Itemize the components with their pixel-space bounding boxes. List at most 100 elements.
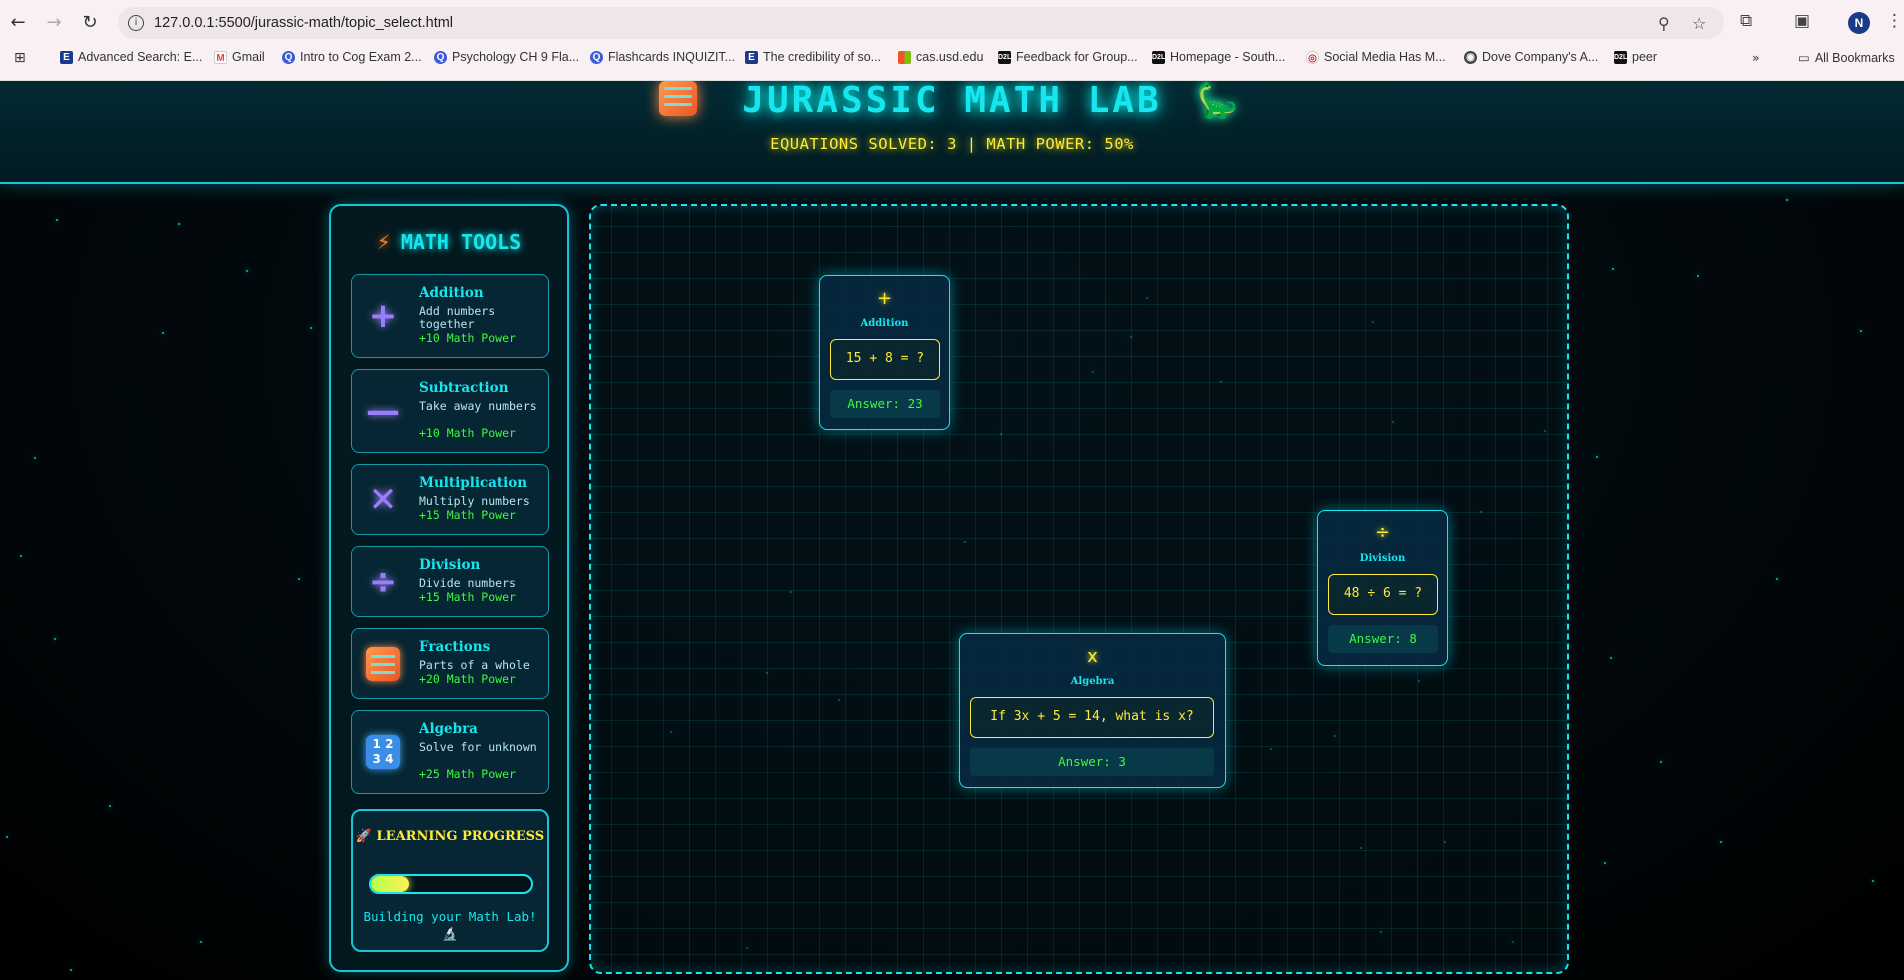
bookmark-star-icon[interactable]: ☆	[1692, 14, 1706, 33]
tab-search-icon[interactable]: ▣	[1794, 11, 1810, 31]
page-header: JURASSIC MATH LAB 🦕 EQUATIONS SOLVED: 3 …	[0, 81, 1904, 184]
problem-card-division[interactable]: ÷ Division 48 ÷ 6 = ? Answer: 8	[1317, 510, 1448, 666]
lightning-icon: ⚡	[376, 230, 391, 254]
star-dot	[54, 638, 56, 640]
star-dot	[56, 219, 58, 221]
more-bookmarks-icon[interactable]: »	[1752, 50, 1760, 65]
star-dot	[1776, 578, 1778, 580]
lab-workspace[interactable]: + Addition 15 + 8 = ? Answer: 23 ÷ Divis…	[589, 204, 1569, 974]
tool-power: +15 Math Power	[419, 508, 516, 522]
problem-card-algebra[interactable]: x Algebra If 3x + 5 = 14, what is x? Ans…	[959, 633, 1226, 788]
gmail-icon: M	[214, 50, 227, 64]
card-question: If 3x + 5 = 14, what is x?	[970, 697, 1214, 738]
tool-power: +10 Math Power	[419, 331, 516, 345]
bookmark-item[interactable]: ◉ Dove Company's A...	[1464, 50, 1598, 64]
tool-power: +25 Math Power	[419, 767, 516, 781]
progress-bar	[369, 874, 533, 894]
divide-icon: ÷	[1374, 522, 1391, 543]
star-dot	[1610, 657, 1612, 659]
browser-chrome: ← → ↻ i 127.0.0.1:5500/jurassic-math/top…	[0, 0, 1904, 81]
tool-multiplication[interactable]: ✕ Multiplication Multiply numbers +15 Ma…	[351, 464, 549, 535]
tool-desc: Take away numbers	[419, 399, 537, 413]
card-topic: Addition	[860, 318, 909, 329]
card-question: 48 ÷ 6 = ?	[1328, 574, 1438, 615]
apps-grid-icon[interactable]: ⊞	[14, 50, 26, 66]
d2l-icon: D2L	[1614, 50, 1627, 64]
star-dot	[1720, 841, 1722, 843]
bookmark-item[interactable]: Q Psychology CH 9 Fla...	[434, 50, 579, 64]
bookmark-favicon-icon: Q	[282, 50, 295, 64]
page-title: JURASSIC MATH LAB	[742, 81, 1162, 121]
bookmark-item[interactable]: M Gmail	[214, 50, 265, 64]
browser-toolbar: ← → ↻ i 127.0.0.1:5500/jurassic-math/top…	[0, 0, 1904, 46]
variable-x-icon: x	[1087, 646, 1098, 667]
profile-avatar[interactable]: N	[1848, 12, 1870, 34]
star-dot	[310, 327, 312, 329]
bookmark-item[interactable]: Q Intro to Cog Exam 2...	[282, 50, 422, 64]
back-icon[interactable]: ←	[6, 11, 30, 35]
forward-icon[interactable]: →	[42, 11, 66, 35]
folder-icon: ▭	[1798, 50, 1810, 65]
tool-algebra[interactable]: 1 23 4 Algebra Solve for unknown +25 Mat…	[351, 710, 549, 794]
sidebar-title: ⚡ MATH TOOLS	[376, 230, 522, 254]
tool-desc: Parts of a whole	[419, 658, 530, 672]
card-answer: Answer: 8	[1328, 625, 1438, 653]
d2l-icon: D2L	[1152, 50, 1165, 64]
bookmark-item[interactable]: D2L Feedback for Group...	[998, 50, 1138, 64]
all-bookmarks-button[interactable]: ▭ All Bookmarks	[1798, 50, 1895, 65]
tool-power: +20 Math Power	[419, 672, 516, 686]
d2l-icon: D2L	[998, 50, 1011, 64]
star-dot	[246, 270, 248, 272]
bookmark-item[interactable]: E The credibility of so...	[745, 50, 881, 64]
learning-progress-panel: 🚀 LEARNING PROGRESS Building your Math L…	[351, 809, 549, 952]
star-dot	[1697, 275, 1699, 277]
bookmark-item[interactable]: D2L peer	[1614, 50, 1657, 64]
url-text[interactable]: 127.0.0.1:5500/jurassic-math/topic_selec…	[154, 7, 453, 39]
star-dot	[1660, 761, 1662, 763]
tool-addition[interactable]: + Addition Add numbers together +10 Math…	[351, 274, 549, 358]
star-dot	[20, 555, 22, 557]
math-tools-sidebar: ⚡ MATH TOOLS + Addition Add numbers toget…	[329, 204, 569, 972]
star-dot	[162, 332, 164, 334]
star-dot	[1872, 880, 1874, 882]
bookmark-favicon-icon: ◎	[1306, 50, 1319, 64]
bookmark-item[interactable]: Q Flashcards INQUIZIT...	[590, 50, 735, 64]
bookmark-favicon-icon: ◉	[1464, 50, 1477, 64]
bookmark-item[interactable]: E Advanced Search: E...	[60, 50, 202, 64]
star-dot	[6, 836, 8, 838]
address-bar[interactable]: i 127.0.0.1:5500/jurassic-math/topic_sel…	[118, 7, 1724, 39]
tool-division[interactable]: ÷ Division Divide numbers +15 Math Power	[351, 546, 549, 617]
multiply-icon: ✕	[368, 480, 398, 520]
divide-icon: ÷	[368, 562, 398, 602]
tool-desc: Add numbers together	[419, 304, 496, 331]
card-topic: Division	[1359, 553, 1406, 564]
plus-icon: +	[876, 288, 893, 309]
bookmark-favicon-icon: E	[60, 50, 73, 64]
bookmark-item[interactable]: D2L Homepage - South...	[1152, 50, 1285, 64]
stats-readout: EQUATIONS SOLVED: 3 | MATH POWER: 50%	[770, 135, 1134, 153]
star-dot	[1604, 862, 1606, 864]
numbers-1234-icon: 1 23 4	[366, 735, 400, 769]
bookmark-favicon-icon: E	[745, 50, 758, 64]
tool-name: Subtraction	[419, 380, 509, 396]
site-info-icon[interactable]: i	[128, 15, 144, 31]
progress-text: Building your Math Lab! 🔬	[363, 909, 537, 941]
tool-name: Algebra	[419, 721, 478, 737]
extensions-icon[interactable]: ⧉	[1740, 11, 1752, 31]
microsoft-icon	[898, 50, 911, 64]
bookmark-item[interactable]: cas.usd.edu	[898, 50, 983, 64]
tool-fractions[interactable]: Fractions Parts of a whole +20 Math Powe…	[351, 628, 549, 699]
tool-desc: Multiply numbers	[419, 494, 530, 508]
card-answer: Answer: 3	[970, 748, 1214, 776]
bookmark-favicon-icon: Q	[434, 50, 447, 64]
zoom-icon[interactable]: ⚲	[1658, 14, 1670, 33]
menu-kebab-icon[interactable]: ⋮	[1886, 11, 1903, 31]
dinosaur-icon: 🦕	[1196, 81, 1239, 121]
reload-icon[interactable]: ↻	[78, 11, 102, 35]
tool-desc: Divide numbers	[419, 576, 516, 590]
star-dot	[1612, 268, 1614, 270]
tool-subtraction[interactable]: — Subtraction Take away numbers +10 Math…	[351, 369, 549, 453]
tool-power: +15 Math Power	[419, 590, 516, 604]
problem-card-addition[interactable]: + Addition 15 + 8 = ? Answer: 23	[819, 275, 950, 430]
bookmark-item[interactable]: ◎ Social Media Has M...	[1306, 50, 1446, 64]
